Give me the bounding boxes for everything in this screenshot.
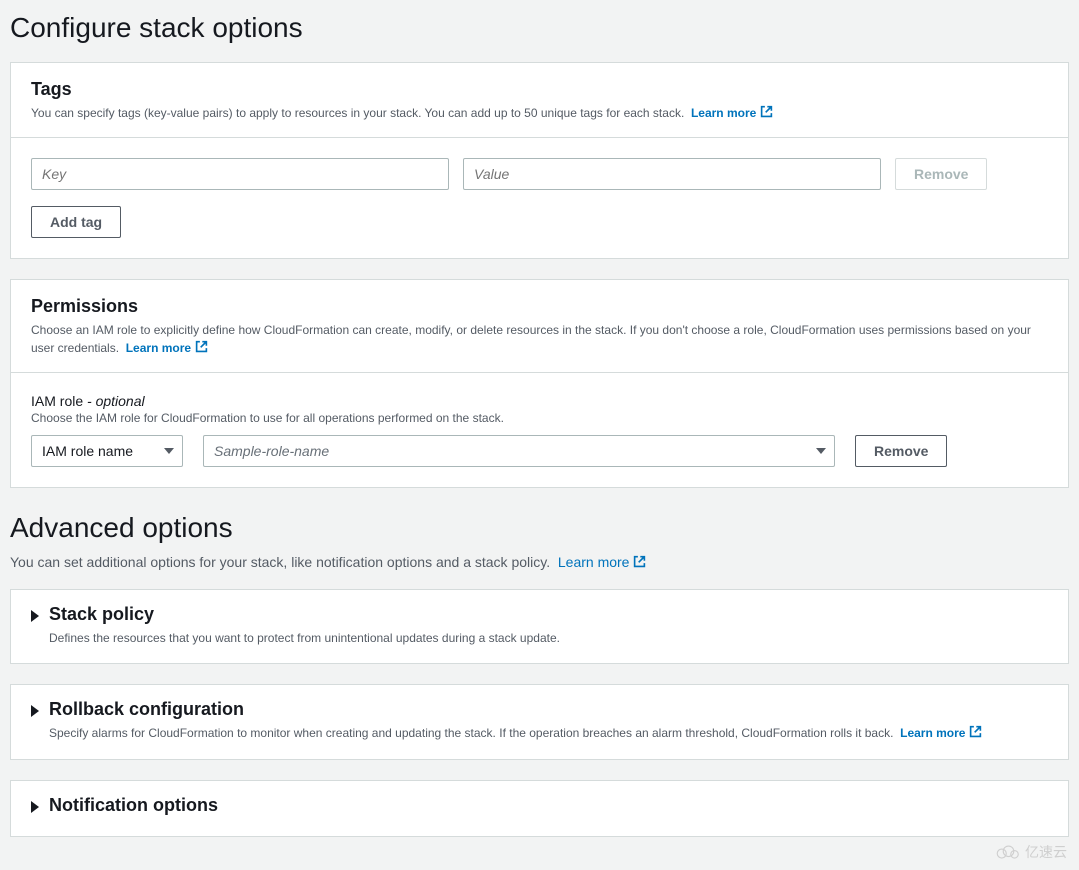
tag-row: Remove [31,158,1048,190]
caret-down-icon [164,448,174,454]
advanced-learn-more-link[interactable]: Learn more [558,554,647,570]
stack-policy-toggle[interactable]: Stack policy [31,604,1048,625]
notification-panel: Notification options [10,780,1069,837]
tags-section: Tags You can specify tags (key-value pai… [10,62,1069,259]
rollback-learn-more-link[interactable]: Learn more [900,726,982,740]
iam-role-type-value: IAM role name [42,443,133,459]
notification-toggle[interactable]: Notification options [31,795,1048,816]
chevron-right-icon [31,705,39,717]
remove-tag-button[interactable]: Remove [895,158,987,190]
tag-value-input[interactable] [463,158,881,190]
permissions-section: Permissions Choose an IAM role to explic… [10,279,1069,488]
rollback-panel: Rollback configuration Specify alarms fo… [10,684,1069,760]
advanced-options-desc: You can set additional options for your … [10,554,1069,571]
iam-role-type-select[interactable]: IAM role name [31,435,183,467]
permissions-description: Choose an IAM role to explicitly define … [31,321,1048,358]
external-link-icon [195,340,208,358]
external-link-icon [633,555,646,571]
chevron-right-icon [31,801,39,813]
tags-learn-more-link[interactable]: Learn more [691,106,773,120]
stack-policy-title: Stack policy [49,604,154,625]
iam-role-row: IAM role name Sample-role-name Remove [31,435,1048,467]
add-tag-button[interactable]: Add tag [31,206,121,238]
rollback-toggle[interactable]: Rollback configuration [31,699,1048,720]
iam-role-name-placeholder: Sample-role-name [214,443,329,459]
iam-role-label-block: IAM role - optional Choose the IAM role … [31,393,1048,425]
permissions-learn-more-link[interactable]: Learn more [126,341,208,355]
stack-policy-panel: Stack policy Defines the resources that … [10,589,1069,664]
iam-role-label: IAM role - optional [31,393,1048,409]
caret-down-icon [816,448,826,454]
permissions-title: Permissions [31,296,1048,317]
permissions-header: Permissions Choose an IAM role to explic… [11,280,1068,373]
tags-title: Tags [31,79,1048,100]
tags-header: Tags You can specify tags (key-value pai… [11,63,1068,138]
notification-title: Notification options [49,795,218,816]
chevron-right-icon [31,610,39,622]
cloud-icon [993,843,1021,861]
external-link-icon [969,725,982,743]
tag-key-input[interactable] [31,158,449,190]
permissions-body: IAM role - optional Choose the IAM role … [11,373,1068,487]
advanced-options-title: Advanced options [10,512,1069,544]
iam-role-desc: Choose the IAM role for CloudFormation t… [31,411,1048,425]
rollback-title: Rollback configuration [49,699,244,720]
watermark: 亿速云 [993,842,1067,862]
rollback-desc: Specify alarms for CloudFormation to mon… [49,724,1048,743]
stack-policy-desc: Defines the resources that you want to p… [49,629,1048,647]
iam-role-name-select[interactable]: Sample-role-name [203,435,835,467]
page-title: Configure stack options [10,12,1069,44]
external-link-icon [760,105,773,123]
remove-role-button[interactable]: Remove [855,435,947,467]
tags-body: Remove Add tag [11,138,1068,258]
tags-description: You can specify tags (key-value pairs) t… [31,104,1048,123]
